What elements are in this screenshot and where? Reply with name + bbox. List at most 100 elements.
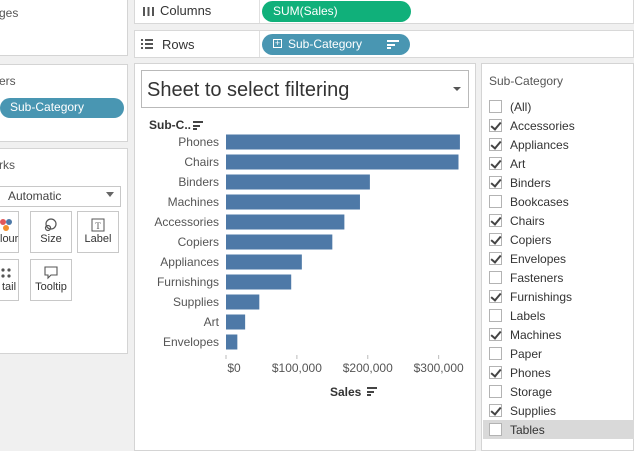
filter-item-label: Copiers xyxy=(510,233,552,247)
category-label[interactable]: Supplies xyxy=(173,295,219,309)
size-button[interactable]: Size xyxy=(30,211,72,253)
filter-item-label: Chairs xyxy=(510,214,545,228)
filter-item[interactable]: Chairs xyxy=(483,211,634,230)
category-label[interactable]: Art xyxy=(204,315,220,329)
filter-item[interactable]: Envelopes xyxy=(483,249,634,268)
filter-item-label: Envelopes xyxy=(510,252,567,266)
checkbox-unchecked[interactable] xyxy=(489,423,502,436)
tooltip-button[interactable]: Tooltip xyxy=(30,259,72,301)
checkbox-unchecked[interactable] xyxy=(489,347,502,360)
filter-item[interactable]: Copiers xyxy=(483,230,634,249)
x-tick-label: $100,000 xyxy=(272,361,322,375)
category-label[interactable]: Furnishings xyxy=(157,275,219,289)
bar[interactable] xyxy=(226,294,260,310)
checkbox-unchecked[interactable] xyxy=(489,385,502,398)
filter-item[interactable]: Art xyxy=(483,154,634,173)
chevron-down-icon xyxy=(453,87,461,91)
filter-item-label: Tables xyxy=(510,423,545,437)
detail-icon xyxy=(1,268,11,278)
category-label[interactable]: Envelopes xyxy=(163,335,219,349)
checkbox-unchecked[interactable] xyxy=(489,309,502,322)
bar[interactable] xyxy=(226,174,370,190)
category-label[interactable]: Accessories xyxy=(154,215,219,229)
checkbox-unchecked[interactable] xyxy=(489,100,502,113)
filter-item[interactable]: Labels xyxy=(483,306,634,325)
filter-card-title: Sub-Category xyxy=(489,74,564,88)
filter-item[interactable]: Phones xyxy=(483,363,634,382)
checkbox-checked[interactable] xyxy=(489,328,502,341)
filter-item[interactable]: (All) xyxy=(483,97,634,116)
columns-shelf: Columns SUM(Sales) xyxy=(134,0,634,24)
filter-item-label: Accessories xyxy=(510,119,575,133)
filter-pill-sub-category[interactable]: Sub-Category xyxy=(0,98,124,118)
filter-item[interactable]: Bookcases xyxy=(483,192,634,211)
sub-category-filter-card: Sub-Category (All) Accessories Appliances A… xyxy=(481,63,634,451)
detail-button-label: tail xyxy=(1,281,17,293)
bar[interactable] xyxy=(226,334,238,350)
category-label[interactable]: Appliances xyxy=(160,255,219,269)
rows-pill-sub-category[interactable]: + Sub-Category xyxy=(262,34,410,55)
tooltip-button-label: Tooltip xyxy=(35,281,67,293)
tooltip-icon xyxy=(44,266,58,280)
bar[interactable] xyxy=(226,314,246,330)
colour-button[interactable]: lour xyxy=(0,211,19,253)
category-label[interactable]: Phones xyxy=(178,135,219,149)
label-button-label: Label xyxy=(84,233,112,245)
bar[interactable] xyxy=(226,214,345,230)
filter-item-label: Art xyxy=(510,157,526,171)
marks-card-title: rks xyxy=(0,158,15,172)
detail-button[interactable]: tail xyxy=(0,259,19,301)
bar[interactable] xyxy=(226,134,460,150)
category-label[interactable]: Machines xyxy=(168,195,219,209)
checkbox-checked[interactable] xyxy=(489,176,502,189)
rows-shelf: Rows + Sub-Category xyxy=(134,30,634,58)
checkbox-checked[interactable] xyxy=(489,404,502,417)
checkbox-checked[interactable] xyxy=(489,157,502,170)
checkbox-checked[interactable] xyxy=(489,214,502,227)
category-label[interactable]: Chairs xyxy=(184,155,219,169)
sort-axis-icon[interactable] xyxy=(367,387,379,396)
columns-pill-sum-sales[interactable]: SUM(Sales) xyxy=(262,1,411,22)
filter-item[interactable]: Paper xyxy=(483,344,634,363)
x-tick-label: $300,000 xyxy=(414,361,464,375)
bar[interactable] xyxy=(226,274,292,290)
checkbox-unchecked[interactable] xyxy=(489,195,502,208)
marks-card: rks Automatic lour Size T Label tail Too… xyxy=(0,148,128,354)
expand-icon[interactable]: + xyxy=(273,39,282,48)
rows-shelf-label: Rows xyxy=(162,37,195,52)
checkbox-unchecked[interactable] xyxy=(489,271,502,284)
checkbox-checked[interactable] xyxy=(489,233,502,246)
columns-shelf-label: Columns xyxy=(160,3,212,18)
label-button[interactable]: T Label xyxy=(77,211,119,253)
filter-item[interactable]: Supplies xyxy=(483,401,634,420)
bar[interactable] xyxy=(226,254,302,270)
bar[interactable] xyxy=(226,154,459,170)
checkbox-checked[interactable] xyxy=(489,366,502,379)
checkbox-checked[interactable] xyxy=(489,119,502,132)
x-axis-title[interactable]: Sales xyxy=(330,385,361,399)
size-icon xyxy=(44,218,57,232)
bar[interactable] xyxy=(226,194,360,210)
sheet-selector-dropdown[interactable]: Sheet to select filtering xyxy=(141,70,469,108)
checkbox-checked[interactable] xyxy=(489,290,502,303)
filter-item-label: Bookcases xyxy=(510,195,569,209)
filter-item[interactable]: Machines xyxy=(483,325,634,344)
category-label[interactable]: Copiers xyxy=(178,235,219,249)
filter-item[interactable]: Tables xyxy=(483,420,634,439)
chevron-down-icon xyxy=(106,192,114,197)
bar[interactable] xyxy=(226,234,333,250)
sort-descending-icon[interactable] xyxy=(387,40,399,49)
filter-item[interactable]: Appliances xyxy=(483,135,634,154)
mark-type-dropdown[interactable]: Automatic xyxy=(0,186,121,207)
filter-item-label: Supplies xyxy=(510,404,557,418)
filter-item[interactable]: Storage xyxy=(483,382,634,401)
filter-item[interactable]: Binders xyxy=(483,173,634,192)
filter-item-label: Binders xyxy=(510,176,551,190)
filter-item[interactable]: Accessories xyxy=(483,116,634,135)
checkbox-checked[interactable] xyxy=(489,252,502,265)
filter-item[interactable]: Furnishings xyxy=(483,287,634,306)
text-label-icon: T xyxy=(91,218,105,232)
filter-item[interactable]: Fasteners xyxy=(483,268,634,287)
checkbox-checked[interactable] xyxy=(489,138,502,151)
category-label[interactable]: Binders xyxy=(178,175,219,189)
